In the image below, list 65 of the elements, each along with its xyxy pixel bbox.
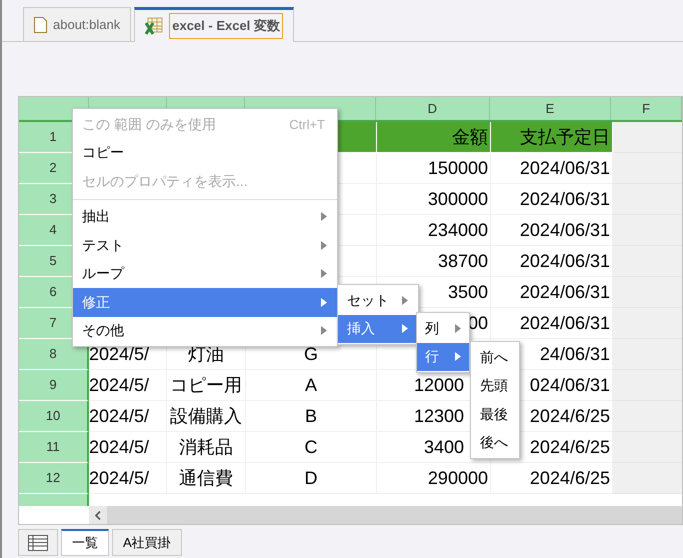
submenu-arrow-icon: [321, 212, 327, 222]
column-header[interactable]: D: [376, 97, 490, 120]
table-cell: 38700: [377, 246, 491, 277]
spreadsheet-icon: [145, 17, 164, 35]
row-header[interactable]: 10: [19, 401, 89, 432]
submenu-arrow-icon: [321, 326, 327, 336]
table-cell: 234000: [377, 215, 491, 246]
table-icon: [28, 534, 48, 550]
tab-title: excel - Excel 変数: [169, 13, 283, 39]
sheet-list-button[interactable]: [18, 529, 58, 556]
horizontal-scrollbar[interactable]: [89, 506, 682, 524]
empty-cell: [613, 184, 682, 215]
empty-cell: [613, 215, 682, 246]
header-cell: 金額: [377, 122, 491, 153]
menu-item[interactable]: 修正: [73, 288, 337, 316]
row-header[interactable]: 11: [19, 432, 89, 463]
row-header[interactable]: 9: [19, 370, 89, 401]
empty-cell: [613, 153, 682, 184]
submenu-arrow-icon: [321, 240, 327, 250]
empty-cell: [613, 463, 682, 494]
table-cell: 150000: [377, 153, 491, 184]
header-cell: 支払予定日: [491, 122, 613, 153]
menu-item[interactable]: 挿入: [338, 314, 418, 343]
row-header[interactable]: 12: [19, 463, 89, 494]
empty-cell: [613, 339, 682, 370]
submenu-arrow-icon: [402, 296, 408, 305]
table-cell: D: [246, 463, 377, 494]
scroll-left-button[interactable]: [89, 506, 107, 524]
row-header[interactable]: 8: [19, 339, 89, 370]
document-icon: [34, 16, 47, 32]
menu-item[interactable]: 抽出: [73, 198, 337, 231]
table-cell: 通信費: [167, 463, 246, 494]
empty-cell: [613, 308, 682, 339]
table-cell: 消耗品: [167, 432, 246, 463]
menu-item[interactable]: 行: [417, 342, 469, 371]
table-cell: B: [246, 401, 377, 432]
empty-cell: [613, 432, 682, 463]
tab-title: about:blank: [53, 16, 120, 34]
submenu-arrow-icon: [455, 352, 461, 362]
column-header[interactable]: E: [490, 97, 612, 120]
table-cell: 290000: [377, 463, 491, 494]
browser-tab[interactable]: excel - Excel 変数: [134, 7, 294, 42]
chevron-left-icon: [95, 510, 101, 520]
submenu-arrow-icon: [321, 269, 327, 278]
table-cell: 2024/5/: [89, 370, 167, 401]
shortcut-label: Ctrl+T: [289, 116, 325, 134]
browser-tab[interactable]: about:blank: [23, 7, 132, 41]
empty-cell: [613, 246, 682, 277]
sheet-tab[interactable]: 一覧: [61, 529, 109, 556]
table-cell: C: [246, 432, 377, 463]
table-cell: 2024/5/: [89, 463, 167, 494]
table-cell: 2024/5/: [89, 401, 167, 432]
table-cell: 設備購入: [167, 401, 246, 432]
table-cell: A: [246, 370, 377, 401]
empty-cell: [613, 277, 682, 308]
column-header[interactable]: F: [611, 97, 682, 120]
table-cell: 300000: [377, 184, 491, 215]
submenu-arrow-icon: [455, 324, 461, 333]
submenu-arrow-icon: [321, 298, 327, 307]
submenu-arrow-icon: [402, 324, 408, 334]
empty-cell: [613, 401, 682, 432]
sheet-tab[interactable]: A社買掛: [112, 529, 182, 556]
table-cell: 2024/5/: [89, 432, 167, 463]
empty-cell: [613, 370, 682, 401]
table-cell: コピー用: [167, 370, 246, 401]
